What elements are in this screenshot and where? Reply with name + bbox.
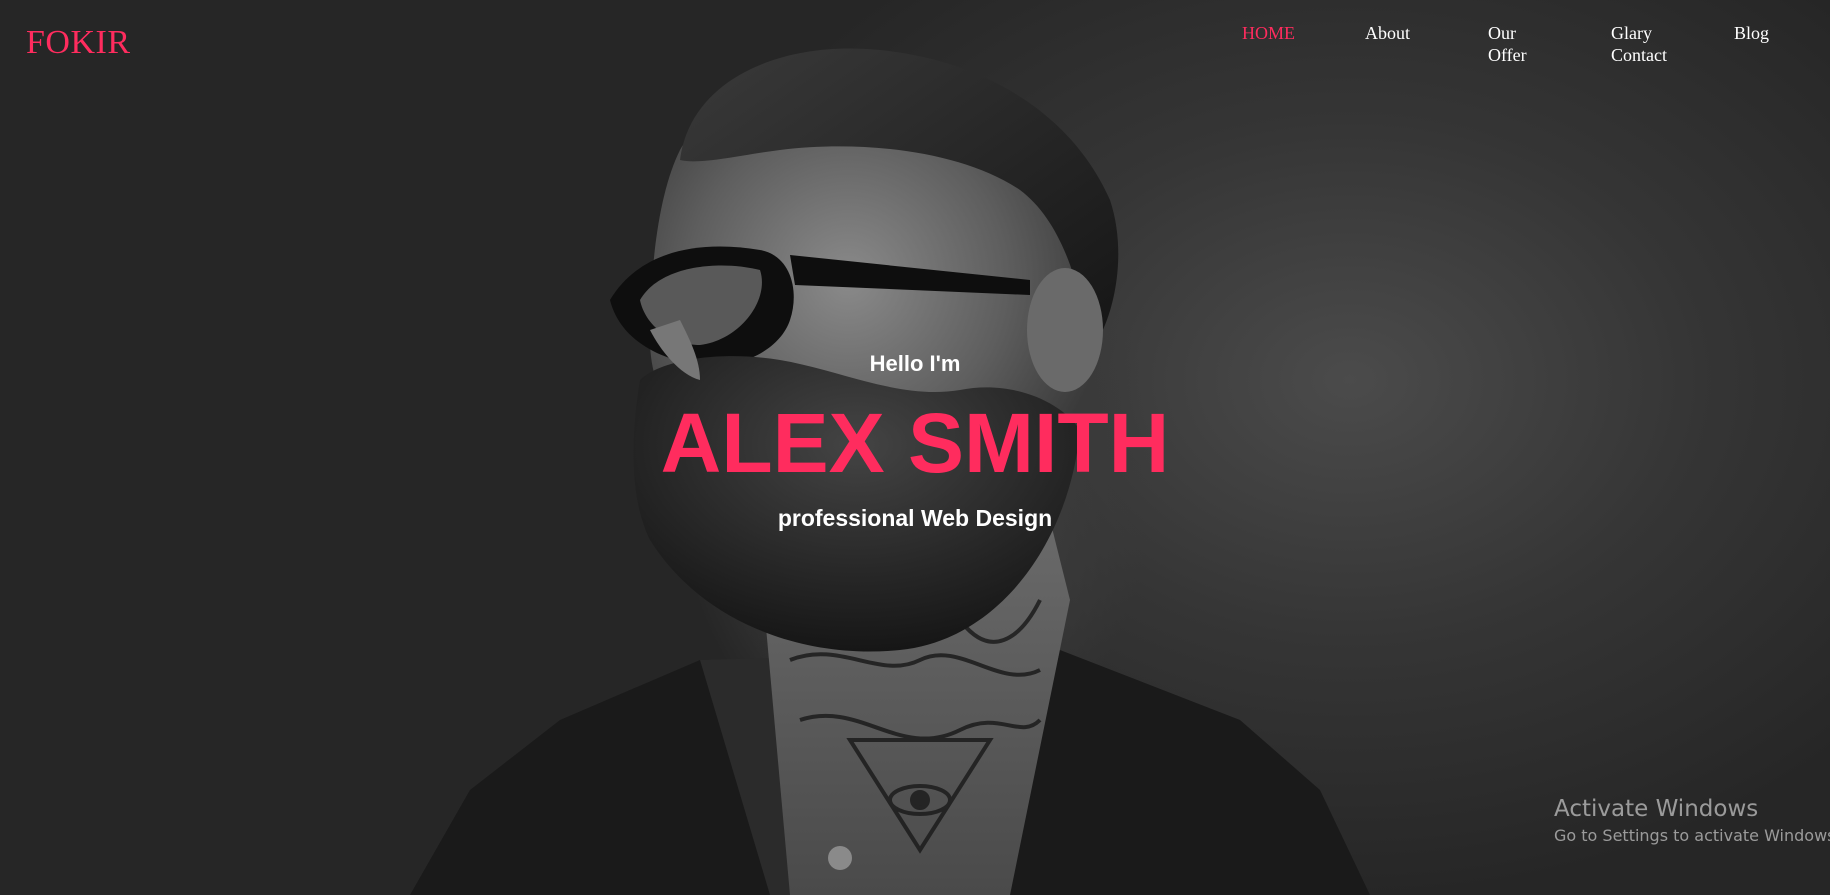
nav-item-glary-contact[interactable]: Glary Contact	[1611, 22, 1691, 66]
main-nav: HOME About Our Offer Glary Contact Blog	[1242, 22, 1802, 72]
watermark-subtitle: Go to Settings to activate Windows.	[1554, 826, 1830, 845]
nav-item-home[interactable]: HOME	[1242, 22, 1322, 44]
brand-logo[interactable]: FOKIR	[26, 24, 131, 62]
hero-background-image	[410, 48, 1370, 895]
watermark-title: Activate Windows	[1554, 796, 1759, 822]
page: FOKIR HOME About Our Offer Glary Contact…	[0, 0, 1830, 895]
nav-item-blog[interactable]: Blog	[1734, 22, 1814, 44]
activate-windows-watermark: Activate Windows Go to Settings to activ…	[1554, 794, 1830, 848]
nav-item-our-offer[interactable]: Our Offer	[1488, 22, 1548, 66]
nav-item-about[interactable]: About	[1365, 22, 1445, 44]
